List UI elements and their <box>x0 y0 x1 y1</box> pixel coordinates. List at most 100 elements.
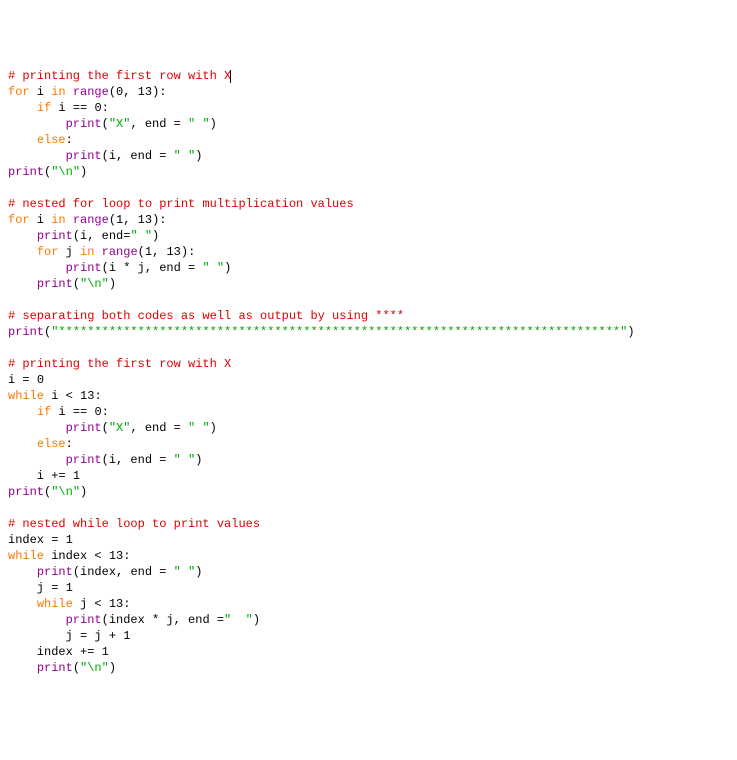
code-editor[interactable]: # printing the first row with Xfor i in … <box>8 68 729 676</box>
code-token: ) <box>210 117 217 131</box>
code-token: in <box>51 213 65 227</box>
code-line[interactable]: while j < 13: <box>8 596 729 612</box>
code-token: ) <box>152 229 159 243</box>
code-token: 1 <box>123 629 130 643</box>
code-token: 1 <box>66 533 73 547</box>
code-token: "***************************************… <box>51 325 627 339</box>
code-token: " " <box>174 453 196 467</box>
code-token: i == <box>51 405 94 419</box>
code-token: index < <box>44 549 109 563</box>
code-token: i <box>30 213 52 227</box>
code-line[interactable]: i += 1 <box>8 468 729 484</box>
code-line[interactable]: if i == 0: <box>8 100 729 116</box>
code-token: (i, end= <box>73 229 131 243</box>
code-token: index = <box>8 533 66 547</box>
code-token <box>8 437 37 451</box>
code-token: ( <box>138 245 145 259</box>
code-line[interactable] <box>8 180 729 196</box>
code-token: range <box>73 85 109 99</box>
code-line[interactable]: while index < 13: <box>8 548 729 564</box>
code-line[interactable]: print("\n") <box>8 164 729 180</box>
code-line[interactable]: for j in range(1, 13): <box>8 244 729 260</box>
code-token: print <box>66 261 102 275</box>
code-token: (index, end = <box>73 565 174 579</box>
code-token: 0 <box>37 373 44 387</box>
code-line[interactable]: print("\n") <box>8 660 729 676</box>
code-token: range <box>73 213 109 227</box>
code-token: 13 <box>138 85 152 99</box>
code-line[interactable]: # separating both codes as well as outpu… <box>8 308 729 324</box>
code-token: ) <box>195 565 202 579</box>
code-line[interactable]: print(index, end = " ") <box>8 564 729 580</box>
code-token: print <box>8 485 44 499</box>
code-token <box>8 101 37 115</box>
code-token: else <box>37 133 66 147</box>
code-token: ) <box>80 485 87 499</box>
code-line[interactable]: j = j + 1 <box>8 628 729 644</box>
code-token: print <box>37 277 73 291</box>
code-line[interactable] <box>8 500 729 516</box>
code-token: , <box>123 85 137 99</box>
code-line[interactable] <box>8 340 729 356</box>
code-line[interactable]: # nested while loop to print values <box>8 516 729 532</box>
code-line[interactable]: # printing the first row with X <box>8 356 729 372</box>
code-line[interactable]: print(i, end = " ") <box>8 452 729 468</box>
code-token: ) <box>80 165 87 179</box>
code-token: # printing the first row with X <box>8 357 231 371</box>
code-line[interactable]: else: <box>8 132 729 148</box>
code-line[interactable]: i = 0 <box>8 372 729 388</box>
code-token: ): <box>152 213 166 227</box>
code-token <box>8 453 66 467</box>
code-line[interactable]: index = 1 <box>8 532 729 548</box>
code-line[interactable]: print("\n") <box>8 276 729 292</box>
code-line[interactable]: index += 1 <box>8 644 729 660</box>
code-token: : <box>123 597 130 611</box>
code-line[interactable]: # printing the first row with X <box>8 68 729 84</box>
code-token: 13 <box>109 549 123 563</box>
code-token: 13 <box>80 389 94 403</box>
code-line[interactable]: print("X", end = " ") <box>8 420 729 436</box>
code-token: print <box>66 421 102 435</box>
code-line[interactable]: # nested for loop to print multiplicatio… <box>8 196 729 212</box>
code-token: if <box>37 405 51 419</box>
code-token: : <box>102 405 109 419</box>
code-token: # nested for loop to print multiplicatio… <box>8 197 354 211</box>
code-token: ( <box>73 277 80 291</box>
code-line[interactable] <box>8 292 729 308</box>
code-line[interactable]: print("X", end = " ") <box>8 116 729 132</box>
code-token: (index * j, end = <box>102 613 224 627</box>
code-token: in <box>51 85 65 99</box>
code-line[interactable]: j = 1 <box>8 580 729 596</box>
code-token: print <box>66 453 102 467</box>
code-line[interactable]: for i in range(0, 13): <box>8 84 729 100</box>
code-token: 13 <box>138 213 152 227</box>
code-token <box>8 229 37 243</box>
code-token <box>8 661 37 675</box>
code-token: , end = <box>130 421 188 435</box>
code-token: print <box>8 165 44 179</box>
code-token: , <box>123 213 137 227</box>
code-line[interactable]: print(index * j, end =" ") <box>8 612 729 628</box>
code-token: " " <box>188 117 210 131</box>
code-token: : <box>66 437 73 451</box>
code-line[interactable]: print(i * j, end = " ") <box>8 260 729 276</box>
code-token <box>8 613 66 627</box>
code-token: "X" <box>109 117 131 131</box>
code-token: j <box>58 245 80 259</box>
code-token: , <box>152 245 166 259</box>
code-line[interactable]: print("\n") <box>8 484 729 500</box>
code-line[interactable]: while i < 13: <box>8 388 729 404</box>
code-line[interactable]: if i == 0: <box>8 404 729 420</box>
code-line[interactable]: print(i, end = " ") <box>8 148 729 164</box>
code-line[interactable]: for i in range(1, 13): <box>8 212 729 228</box>
code-token: 1 <box>66 581 73 595</box>
code-token <box>8 597 37 611</box>
code-token <box>8 405 37 419</box>
code-line[interactable]: else: <box>8 436 729 452</box>
code-token <box>8 421 66 435</box>
code-token <box>66 213 73 227</box>
code-line[interactable]: print(i, end=" ") <box>8 228 729 244</box>
code-token: i == <box>51 101 94 115</box>
code-line[interactable]: print("*********************************… <box>8 324 729 340</box>
code-token <box>94 245 101 259</box>
